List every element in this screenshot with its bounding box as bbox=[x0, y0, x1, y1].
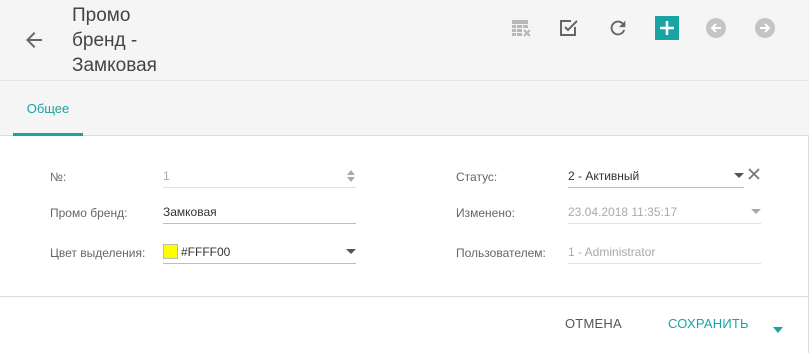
save-button[interactable]: СОХРАНИТЬ bbox=[668, 316, 749, 331]
refresh-icon[interactable] bbox=[606, 16, 630, 40]
title-line-3: Замковая bbox=[72, 55, 157, 76]
page-title: Промо бренд - Замковая bbox=[72, 3, 192, 78]
number-field: 1 bbox=[163, 164, 356, 188]
checkbox-icon[interactable] bbox=[557, 16, 581, 40]
tab-general[interactable]: Общее bbox=[13, 81, 83, 136]
promo-brand-label: Промо бренд: bbox=[50, 206, 128, 220]
clear-icon[interactable] bbox=[747, 167, 761, 181]
tab-bar: Общее bbox=[0, 80, 809, 136]
promo-brand-value: Замковая bbox=[163, 204, 217, 219]
chevron-down-icon[interactable] bbox=[734, 173, 744, 178]
spinner-icon bbox=[347, 169, 355, 182]
save-menu-chevron-down-icon[interactable] bbox=[772, 321, 784, 333]
status-value: 2 - Активный bbox=[568, 168, 640, 183]
title-line-1: Промо bbox=[72, 5, 131, 26]
chevron-down-icon[interactable] bbox=[346, 249, 356, 254]
number-value: 1 bbox=[163, 168, 170, 183]
user-label: Пользователем: bbox=[456, 246, 546, 260]
next-circle-icon[interactable] bbox=[753, 16, 777, 40]
number-label: №: bbox=[50, 170, 67, 184]
user-value: 1 - Administrator bbox=[568, 244, 656, 259]
highlight-color-value: #FFFF00 bbox=[181, 244, 231, 259]
footer-divider bbox=[0, 296, 809, 297]
status-select[interactable]: 2 - Активный bbox=[568, 164, 744, 188]
modified-label: Изменено: bbox=[456, 206, 515, 220]
modified-field: 23.04.2018 11:35:17 bbox=[568, 200, 761, 224]
title-line-2: бренд - bbox=[72, 30, 138, 51]
arrow-left-icon[interactable] bbox=[22, 28, 46, 52]
prev-circle-icon[interactable] bbox=[704, 16, 728, 40]
cancel-button[interactable]: ОТМЕНА bbox=[565, 316, 622, 331]
window-header: Промо бренд - Замковая bbox=[0, 0, 809, 80]
user-field: 1 - Administrator bbox=[568, 240, 761, 264]
chevron-down-icon bbox=[751, 209, 761, 214]
highlight-color-select[interactable]: #FFFF00 bbox=[163, 240, 356, 264]
modified-value: 23.04.2018 11:35:17 bbox=[568, 204, 678, 219]
color-swatch bbox=[163, 244, 178, 259]
table-delete-icon[interactable] bbox=[509, 16, 533, 40]
active-tab-indicator bbox=[13, 133, 83, 136]
plus-icon[interactable] bbox=[655, 16, 679, 40]
highlight-color-label: Цвет выделения: bbox=[50, 246, 146, 260]
promo-brand-input[interactable]: Замковая bbox=[163, 200, 356, 224]
status-label: Статус: bbox=[456, 170, 498, 184]
